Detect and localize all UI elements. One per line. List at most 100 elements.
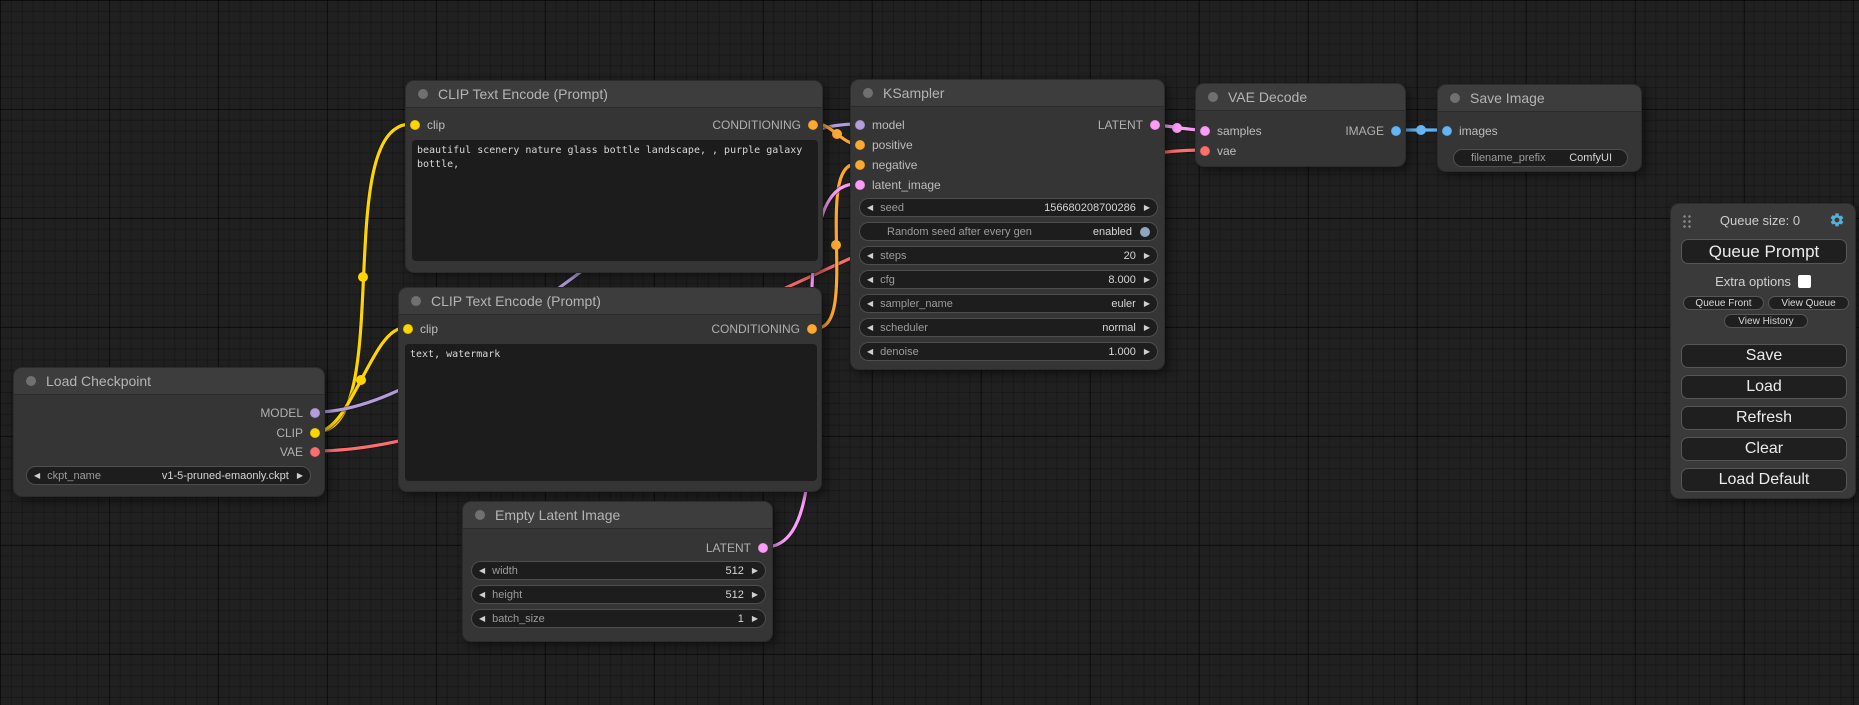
image-port-dot[interactable] [1391, 126, 1401, 136]
increment-arrow-icon[interactable]: ▶ [1144, 348, 1150, 356]
decrement-arrow-icon[interactable]: ◀ [867, 204, 873, 212]
clear-button[interactable]: Clear [1681, 437, 1847, 461]
decrement-arrow-icon[interactable]: ◀ [479, 591, 485, 599]
increment-arrow-icon[interactable]: ▶ [1144, 276, 1150, 284]
input-port-vae[interactable]: vae [1200, 141, 1236, 161]
positive-prompt-textarea[interactable]: beautiful scenery nature glass bottle la… [412, 140, 818, 261]
node-title-bar[interactable]: VAE Decode [1196, 84, 1405, 111]
refresh-button[interactable]: Refresh [1681, 406, 1847, 430]
latent-port-dot[interactable] [1200, 126, 1210, 136]
conditioning-port-dot[interactable] [807, 324, 817, 334]
node-title-bar[interactable]: Save Image [1438, 85, 1641, 112]
conditioning-port-dot[interactable] [808, 120, 818, 130]
output-port-latent[interactable]: LATENT [706, 538, 768, 558]
collapse-dot-icon[interactable] [26, 376, 36, 386]
node-clip-text-encode-positive[interactable]: CLIP Text Encode (Prompt) clip CONDITION… [405, 80, 823, 273]
input-port-clip[interactable]: clip [403, 319, 438, 339]
decrement-arrow-icon[interactable]: ◀ [867, 276, 873, 284]
decrement-arrow-icon[interactable]: ◀ [34, 472, 40, 480]
output-port-conditioning[interactable]: CONDITIONING [712, 115, 818, 135]
sampler-name-widget[interactable]: ◀ sampler_name euler ▶ [859, 294, 1158, 313]
decrement-arrow-icon[interactable]: ◀ [479, 615, 485, 623]
queue-front-button[interactable]: Queue Front [1683, 296, 1764, 310]
latent-port-dot[interactable] [1150, 120, 1160, 130]
clip-port-dot[interactable] [403, 324, 413, 334]
output-port-latent[interactable]: LATENT [1098, 115, 1160, 135]
seed-widget[interactable]: ◀ seed 156680208700286 ▶ [859, 198, 1158, 217]
steps-widget[interactable]: ◀ steps 20 ▶ [859, 246, 1158, 265]
node-title-bar[interactable]: Load Checkpoint [14, 368, 324, 395]
negative-prompt-textarea[interactable]: text, watermark [405, 344, 817, 481]
vae-port-dot[interactable] [1200, 146, 1210, 156]
output-port-vae[interactable]: VAE [280, 442, 320, 462]
collapse-dot-icon[interactable] [863, 88, 873, 98]
node-load-checkpoint[interactable]: Load Checkpoint MODEL CLIP VAE ◀ ckpt_na… [13, 367, 325, 497]
batch-size-widget[interactable]: ◀ batch_size 1 ▶ [471, 609, 766, 628]
increment-arrow-icon[interactable]: ▶ [297, 472, 303, 480]
width-widget[interactable]: ◀ width 512 ▶ [471, 561, 766, 580]
load-default-button[interactable]: Load Default [1681, 468, 1847, 492]
node-title-bar[interactable]: CLIP Text Encode (Prompt) [399, 288, 821, 315]
input-port-latent-image[interactable]: latent_image [855, 175, 941, 195]
queue-prompt-button[interactable]: Queue Prompt [1681, 239, 1847, 264]
input-port-negative[interactable]: negative [855, 155, 917, 175]
input-port-positive[interactable]: positive [855, 135, 913, 155]
increment-arrow-icon[interactable]: ▶ [1144, 252, 1150, 260]
decrement-arrow-icon[interactable]: ◀ [867, 300, 873, 308]
collapse-dot-icon[interactable] [475, 510, 485, 520]
decrement-arrow-icon[interactable]: ◀ [867, 324, 873, 332]
model-port-dot[interactable] [310, 408, 320, 418]
load-button[interactable]: Load [1681, 375, 1847, 399]
increment-arrow-icon[interactable]: ▶ [752, 615, 758, 623]
input-port-clip[interactable]: clip [410, 115, 445, 135]
ckpt-name-widget[interactable]: ◀ ckpt_name v1-5-pruned-emaonly.ckpt ▶ [26, 466, 311, 485]
node-clip-text-encode-negative[interactable]: CLIP Text Encode (Prompt) clip CONDITION… [398, 287, 822, 492]
save-button[interactable]: Save [1681, 344, 1847, 368]
image-port-dot[interactable] [1442, 126, 1452, 136]
clip-port-dot[interactable] [310, 428, 320, 438]
node-title-bar[interactable]: CLIP Text Encode (Prompt) [406, 81, 822, 108]
collapse-dot-icon[interactable] [411, 296, 421, 306]
scheduler-widget[interactable]: ◀ scheduler normal ▶ [859, 318, 1158, 337]
extra-options-checkbox[interactable] [1798, 275, 1811, 288]
filename-prefix-widget[interactable]: filename_prefix ComfyUI [1453, 149, 1628, 167]
decrement-arrow-icon[interactable]: ◀ [867, 252, 873, 260]
collapse-dot-icon[interactable] [1450, 93, 1460, 103]
increment-arrow-icon[interactable]: ▶ [1144, 324, 1150, 332]
view-queue-button[interactable]: View Queue [1768, 296, 1849, 310]
decrement-arrow-icon[interactable]: ◀ [867, 348, 873, 356]
node-title-bar[interactable]: KSampler [851, 80, 1164, 107]
node-title-bar[interactable]: Empty Latent Image [463, 502, 772, 529]
settings-gear-icon[interactable] [1829, 212, 1845, 228]
output-port-clip[interactable]: CLIP [276, 423, 320, 443]
conditioning-port-dot[interactable] [855, 140, 865, 150]
input-port-samples[interactable]: samples [1200, 121, 1262, 141]
view-history-button[interactable]: View History [1724, 314, 1808, 328]
model-port-dot[interactable] [855, 120, 865, 130]
increment-arrow-icon[interactable]: ▶ [752, 591, 758, 599]
node-vae-decode[interactable]: VAE Decode samples vae IMAGE [1195, 83, 1406, 167]
output-port-conditioning[interactable]: CONDITIONING [711, 319, 817, 339]
latent-port-dot[interactable] [758, 543, 768, 553]
collapse-dot-icon[interactable] [418, 89, 428, 99]
node-graph-canvas[interactable]: Load Checkpoint MODEL CLIP VAE ◀ ckpt_na… [0, 0, 1859, 705]
random-seed-toggle[interactable]: Random seed after every gen enabled [859, 222, 1158, 241]
node-ksampler[interactable]: KSampler model positive negative latent_… [850, 79, 1165, 370]
cfg-widget[interactable]: ◀ cfg 8.000 ▶ [859, 270, 1158, 289]
input-port-model[interactable]: model [855, 115, 905, 135]
denoise-widget[interactable]: ◀ denoise 1.000 ▶ [859, 342, 1158, 361]
drag-handle-icon[interactable] [1681, 213, 1691, 228]
output-port-model[interactable]: MODEL [260, 403, 320, 423]
node-empty-latent-image[interactable]: Empty Latent Image LATENT ◀ width 512 ▶ … [462, 501, 773, 642]
latent-port-dot[interactable] [855, 180, 865, 190]
collapse-dot-icon[interactable] [1208, 92, 1218, 102]
increment-arrow-icon[interactable]: ▶ [1144, 300, 1150, 308]
output-port-image[interactable]: IMAGE [1345, 121, 1401, 141]
decrement-arrow-icon[interactable]: ◀ [479, 567, 485, 575]
increment-arrow-icon[interactable]: ▶ [752, 567, 758, 575]
increment-arrow-icon[interactable]: ▶ [1144, 204, 1150, 212]
toggle-on-dot[interactable] [1140, 227, 1150, 237]
node-save-image[interactable]: Save Image images filename_prefix ComfyU… [1437, 84, 1642, 172]
clip-port-dot[interactable] [410, 120, 420, 130]
vae-port-dot[interactable] [310, 447, 320, 457]
